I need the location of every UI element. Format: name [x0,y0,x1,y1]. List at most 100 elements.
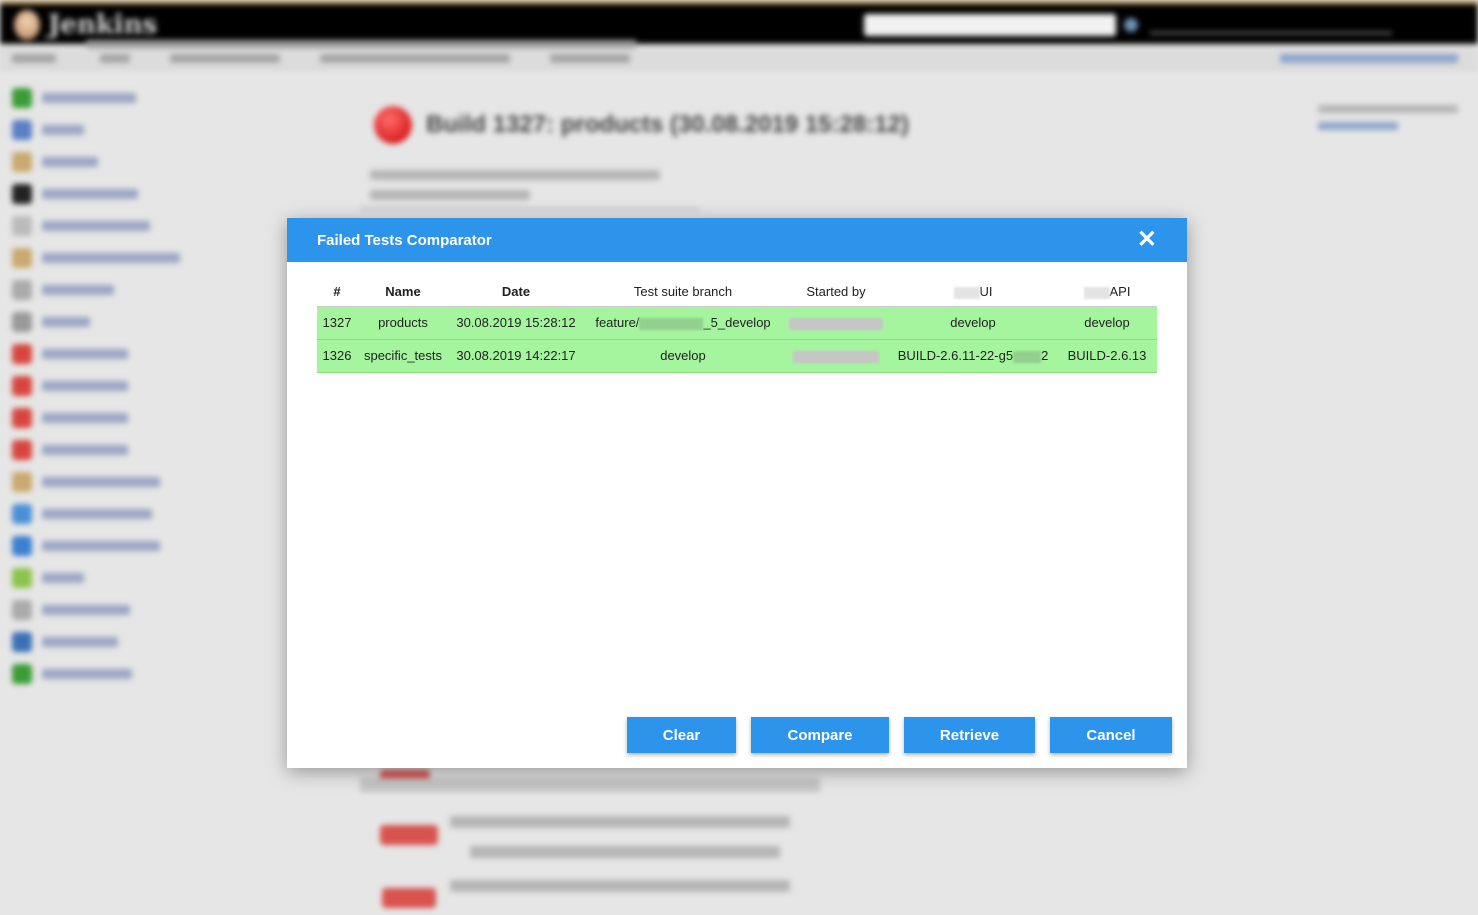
sidebar-item[interactable] [12,343,128,365]
sidebar-item-label [42,93,136,103]
sidebar-item-icon [12,216,32,236]
sidebar-item[interactable] [12,375,128,397]
sidebar-item[interactable] [12,183,138,205]
sidebar-item-icon [12,344,32,364]
failed-status-icon [374,106,412,144]
clear-button[interactable]: Clear [627,717,736,753]
sidebar-item-label [42,349,128,359]
col-branch: Test suite branch [583,278,783,307]
retrieve-button[interactable]: Retrieve [904,717,1035,753]
sidebar-item-icon [12,472,32,492]
dialog-header: Failed Tests Comparator ✕ [287,218,1187,262]
sidebar-item-label [42,573,84,583]
cancel-button[interactable]: Cancel [1050,717,1172,753]
sidebar-item-label [42,669,132,679]
sidebar-item[interactable] [12,663,132,685]
compare-button[interactable]: Compare [751,717,889,753]
sidebar-item-label [42,541,160,551]
sidebar-item-icon [12,600,32,620]
col-api-label: API [1109,284,1131,300]
sidebar-item-icon [12,664,32,684]
sidebar-item-label [42,509,152,519]
cell-date: 30.08.2019 14:22:17 [449,339,583,373]
sidebar-item-icon [12,312,32,332]
sidebar-item[interactable] [12,119,84,141]
sidebar-item-label [42,317,90,327]
breadcrumb [0,48,1478,70]
sidebar-item[interactable] [12,567,84,589]
sidebar-item[interactable] [12,247,180,269]
col-name: Name [357,278,449,307]
user-menu[interactable] [1150,16,1392,34]
auto-refresh-link[interactable] [1280,54,1458,63]
sidebar-item-label [42,189,138,199]
cell-started-by [783,339,889,373]
sidebar-item[interactable] [12,87,136,109]
cell-ui: BUILD-2.6.11-22-g5 2 [889,339,1057,373]
cell-number: 1327 [317,306,357,340]
sidebar-item-label [42,253,180,263]
ui-suffix: 2 [1041,348,1049,363]
sidebar-item-label [42,381,128,391]
table-header-row: # Name Date Test suite branch Started by… [317,278,1157,307]
sidebar-item-label [42,413,128,423]
jenkins-logo[interactable]: Jenkins [14,10,157,40]
sidebar-item-label [42,125,84,135]
col-ui: UI [889,278,1057,307]
col-started-by: Started by [783,278,889,307]
col-number: # [317,278,357,307]
cell-number: 1326 [317,339,357,373]
jenkins-butler-icon [14,10,40,40]
sidebar-item-label [42,445,128,455]
sidebar-item[interactable] [12,599,130,621]
cell-date: 30.08.2019 15:28:12 [449,306,583,340]
sidebar-item[interactable] [12,439,128,461]
sidebar-item[interactable] [12,535,160,557]
sidebar-item[interactable] [12,215,150,237]
sidebar-item-label [42,637,118,647]
sidebar-item-icon [12,632,32,652]
cell-api: develop [1057,306,1157,340]
cell-ui: develop [889,306,1057,340]
cell-branch: feature/ _5_develop [583,306,783,340]
table-row[interactable]: 1327 products 30.08.2019 15:28:12 featur… [317,306,1157,340]
sidebar-item-label [42,605,130,615]
branch-prefix: feature/ [595,315,640,330]
sidebar-item-label [42,157,98,167]
build-title: Build 1327: products (30.08.2019 15:28:1… [426,111,909,138]
sidebar-item-icon [12,248,32,268]
logo-text: Jenkins [48,10,158,40]
sidebar-item[interactable] [12,407,128,429]
sidebar-item-icon [12,568,32,588]
close-icon[interactable]: ✕ [1137,228,1157,252]
sidebar-item[interactable] [12,503,152,525]
col-ui-label: UI [979,284,993,300]
sidebar-item-icon [12,120,32,140]
sidebar-item-icon [12,504,32,524]
sidebar-item-label [42,285,114,295]
cell-name: products [357,306,449,340]
sidebar-item[interactable] [12,311,90,333]
col-date: Date [449,278,583,307]
branch-suffix: _5_develop [703,315,771,330]
dialog-title: Failed Tests Comparator [317,231,492,249]
cell-api: BUILD-2.6.13 [1057,339,1157,373]
search-input[interactable] [864,14,1116,36]
sidebar-item-icon [12,536,32,556]
sidebar-item[interactable] [12,631,118,653]
help-icon[interactable] [1124,18,1138,32]
sidebar-item[interactable] [12,279,114,301]
table-row[interactable]: 1326 specific_tests 30.08.2019 14:22:17 … [317,339,1157,373]
comparison-table: # Name Date Test suite branch Started by… [317,278,1157,373]
failed-tests-comparator-dialog: Failed Tests Comparator ✕ # Name Date Te… [287,218,1187,768]
sidebar-item-icon [12,152,32,172]
sidebar-item-icon [12,280,32,300]
sidebar-item-icon [12,184,32,204]
ui-prefix: BUILD-2.6.11-22-g5 [897,348,1014,363]
top-bar: Jenkins [0,0,1478,44]
sidebar-item-icon [12,88,32,108]
cell-started-by [783,306,889,340]
sidebar-item[interactable] [12,151,98,173]
sidebar-item-icon [12,440,32,460]
sidebar-item[interactable] [12,471,160,493]
